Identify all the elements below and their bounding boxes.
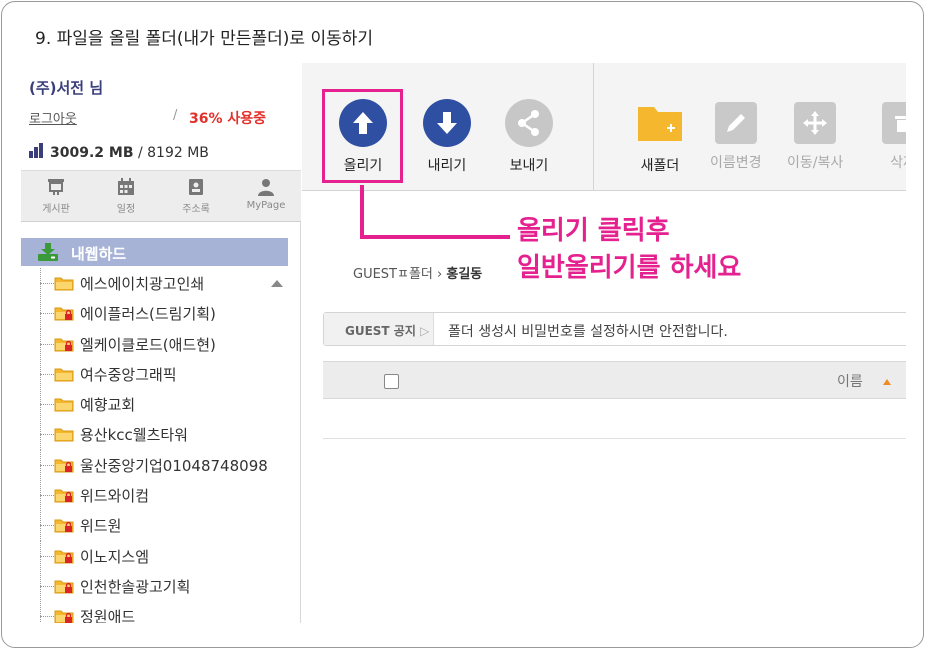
delete-button[interactable]: 삭제 [882, 99, 906, 172]
webhard-screenshot: (주)서전 님 로그아웃 / 36% 사용중 3009.2 MB / 8192 … [21, 63, 906, 623]
notice-text: 폴더 생성시 비밀번호를 설정하시면 안전합니다. [448, 324, 728, 340]
board-icon [48, 179, 64, 195]
tree-item[interactable]: 이노지스엠 [21, 540, 288, 572]
download-button[interactable]: 내리기 [423, 99, 471, 175]
pencil-icon [714, 102, 757, 144]
locked-folder-icon [54, 459, 74, 473]
storage-total: 8192 MB [147, 145, 209, 161]
user-name: (주)서전 님 [29, 79, 104, 97]
right-panel: 올리기 내리기 보내기 새폴더 이름변경 이동/복사 삭 올리기 클릭후 일반올… [302, 63, 906, 623]
annotation-text: 올리기 클릭후 일반올리기를 하세요 [517, 213, 741, 287]
tree-item[interactable]: 인천한솔광고기획 [21, 570, 288, 602]
breadcrumb: GUESTㅍ폴더 › 홍길동 [353, 263, 482, 282]
send-button[interactable]: 보내기 [505, 99, 553, 175]
new-folder-button[interactable]: 새폴더 [636, 99, 684, 175]
tree-item[interactable]: 위드원 [21, 510, 288, 542]
breadcrumb-separator-icon: › [437, 267, 443, 282]
locked-folder-icon [54, 307, 74, 321]
trash-icon [882, 102, 906, 144]
quick-calendar[interactable]: 일정 [91, 171, 161, 221]
webhard-download-icon [38, 243, 58, 261]
annotation-line-2: 일반올리기를 하세요 [517, 253, 742, 283]
rename-button[interactable]: 이름변경 [710, 99, 762, 172]
delete-label: 삭제 [890, 155, 906, 171]
quick-address-book[interactable]: 주소록 [161, 171, 231, 221]
new-folder-icon [638, 107, 682, 141]
breadcrumb-current: 홍길동 [446, 267, 483, 282]
select-all-checkbox[interactable] [384, 374, 399, 389]
folder-tree: 에스에이치광고인쇄 에이플러스(드림기획) 엘케이클로드(애드현) 여수중앙그래… [21, 268, 288, 623]
tree-root[interactable]: 내웹하드 [21, 238, 288, 266]
calendar-icon [118, 178, 134, 195]
tree-item[interactable]: 용산kcc웰츠타워 [21, 419, 288, 451]
left-panel: (주)서전 님 로그아웃 / 36% 사용중 3009.2 MB / 8192 … [21, 63, 301, 623]
move-copy-label: 이동/복사 [787, 155, 844, 171]
sort-asc-icon[interactable] [883, 379, 891, 385]
locked-folder-icon [54, 580, 74, 594]
move-arrows-icon [794, 102, 837, 144]
upload-highlight-box [322, 89, 403, 183]
storage-info: 3009.2 MB / 8192 MB [29, 143, 209, 162]
tree-root-label: 내웹하드 [71, 245, 127, 263]
toolbar-divider [593, 63, 594, 191]
tree-item[interactable]: 울산중앙기업01048748098 [21, 449, 288, 481]
locked-folder-icon [54, 489, 74, 503]
download-label: 내리기 [427, 158, 467, 174]
tree-item[interactable]: 정원애드 [21, 601, 288, 623]
step-title: 9. 파일을 올릴 폴더(내가 만든폴더)로 이동하기 [35, 29, 374, 49]
usage-percent: 36% 사용중 [189, 111, 267, 127]
tree-item[interactable]: 에스에이치광고인쇄 [21, 268, 288, 299]
logout-link[interactable]: 로그아웃 [29, 108, 77, 127]
storage-separator: / [137, 145, 143, 161]
person-icon [258, 179, 274, 196]
tree-item[interactable]: 위드와이컴 [21, 480, 288, 512]
tutorial-frame: 9. 파일을 올릴 폴더(내가 만든폴더)로 이동하기 (주)서전 님 로그아웃… [1, 1, 924, 648]
address-book-icon [189, 179, 203, 195]
move-copy-button[interactable]: 이동/복사 [787, 99, 843, 172]
locked-folder-icon [54, 610, 74, 623]
quick-board[interactable]: 게시판 [21, 171, 91, 221]
locked-folder-icon [54, 550, 74, 564]
annotation-line-1: 올리기 클릭후 [517, 216, 670, 246]
folder-icon [54, 428, 74, 442]
annotation-connector [360, 235, 510, 239]
annotation-connector [360, 185, 364, 239]
quick-mypage[interactable]: MyPage [231, 171, 301, 221]
tree-item[interactable]: 엘케이클로드(애드현) [21, 328, 288, 360]
locked-folder-icon [54, 338, 74, 352]
folder-icon [54, 277, 74, 291]
storage-used: 3009.2 MB [50, 145, 134, 161]
usage-separator: / [173, 108, 178, 123]
scroll-up-arrow-icon[interactable] [271, 280, 283, 287]
share-icon [505, 99, 553, 147]
notice-tag: GUEST 공지 ▷ [324, 313, 434, 345]
guest-notice: GUEST 공지 ▷ 폴더 생성시 비밀번호를 설정하시면 안전합니다. [323, 312, 906, 346]
tree-item[interactable]: 예향교회 [21, 389, 288, 421]
download-arrow-icon [423, 99, 471, 147]
storage-bar-icon [29, 143, 44, 162]
notice-arrow-icon: ▷ [420, 324, 430, 338]
tree-item[interactable]: 에이플러스(드림기획) [21, 298, 288, 330]
toolbar: 올리기 내리기 보내기 새폴더 이름변경 이동/복사 삭 [302, 63, 906, 191]
quick-menu: 게시판 일정 주소록 MyPage [21, 170, 301, 222]
quick-label: 주소록 [182, 204, 210, 215]
locked-folder-icon [54, 519, 74, 533]
file-list-header: 이름 [323, 361, 906, 399]
tree-item[interactable]: 여수중앙그래픽 [21, 358, 288, 390]
folder-icon [54, 368, 74, 382]
rename-label: 이름변경 [710, 155, 762, 171]
send-label: 보내기 [509, 158, 549, 174]
quick-label: 일정 [116, 204, 136, 215]
column-name[interactable]: 이름 [837, 371, 863, 391]
new-folder-label: 새폴더 [640, 158, 680, 174]
list-divider [323, 438, 906, 439]
breadcrumb-parent[interactable]: GUESTㅍ폴더 [353, 267, 433, 282]
user-box: (주)서전 님 로그아웃 / 36% 사용중 3009.2 MB / 8192 … [21, 63, 301, 170]
quick-label: MyPage [246, 200, 286, 211]
folder-icon [54, 398, 74, 412]
quick-label: 게시판 [42, 204, 70, 215]
